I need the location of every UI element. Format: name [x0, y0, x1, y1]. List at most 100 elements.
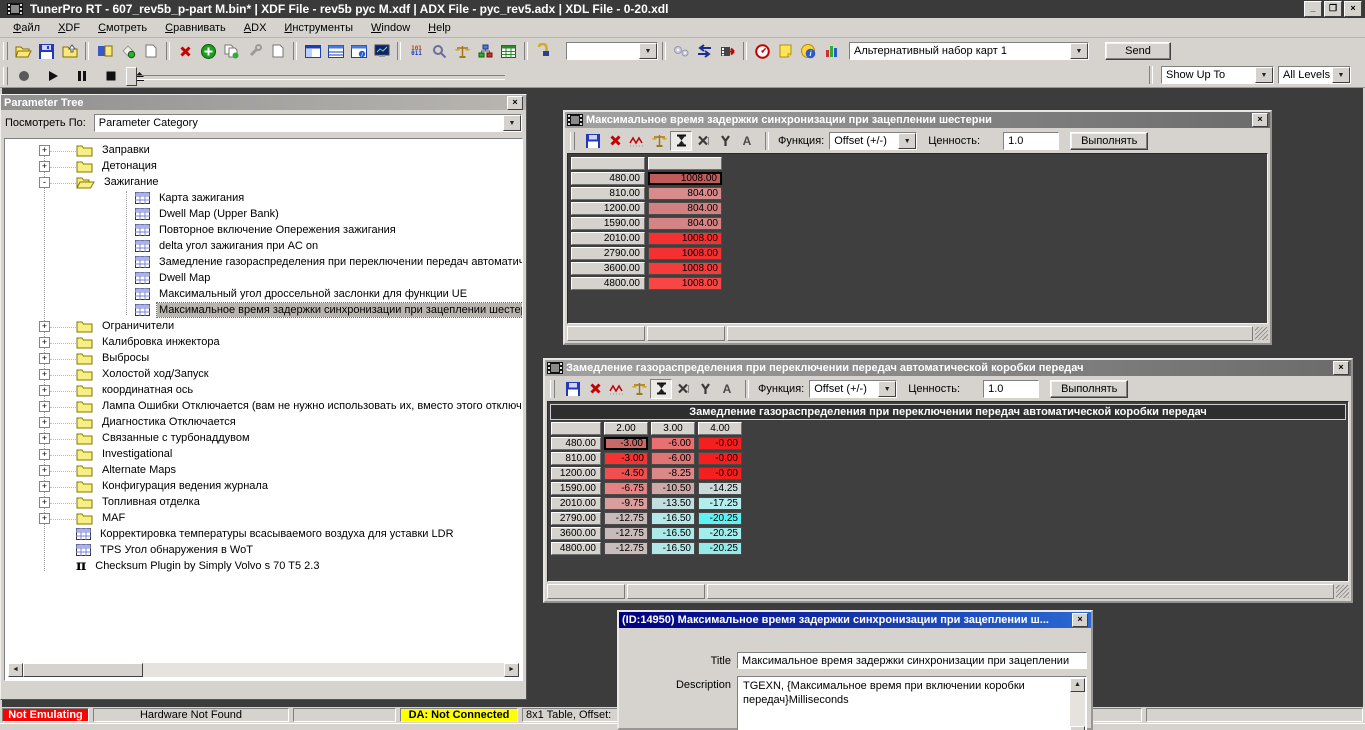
menu-help[interactable]: Help	[419, 20, 460, 36]
function-combo[interactable]: Offset (+/-) ▼	[829, 131, 918, 150]
menu-смотреть[interactable]: Смотреть	[89, 20, 156, 36]
window-info-icon[interactable]: i	[347, 40, 370, 62]
table-cell[interactable]: -14.25	[698, 482, 742, 495]
globe-info-icon[interactable]: i	[797, 40, 820, 62]
add-item-icon[interactable]	[197, 40, 220, 62]
tree-item-label[interactable]: Замедление газораспределения при переклю…	[157, 255, 522, 269]
axis-y-icon[interactable]	[714, 130, 736, 152]
tree-item[interactable]: + Калибровка инжектора	[5, 334, 522, 350]
table-cell[interactable]: -16.50	[651, 527, 695, 540]
resize-grip[interactable]	[1255, 327, 1268, 340]
tree-item-label[interactable]: Alternate Maps	[100, 463, 178, 477]
scales-icon[interactable]	[648, 130, 670, 152]
monitor-chart-icon[interactable]	[370, 40, 393, 62]
save-table-icon[interactable]	[562, 378, 584, 400]
save-table-button[interactable]	[582, 131, 604, 151]
expand-plus-icon[interactable]: +	[39, 496, 50, 508]
axis-y-button[interactable]	[714, 131, 736, 151]
table-cell[interactable]: -12.75	[604, 527, 648, 540]
tree-item[interactable]: Максимальный угол дроссельной заслонки д…	[5, 286, 522, 302]
open-bin-icon[interactable]	[12, 40, 35, 62]
menu-window[interactable]: Window	[362, 20, 419, 36]
hourglass-button[interactable]	[670, 130, 692, 152]
tree-item[interactable]: Повторное включение Опережения зажигания	[5, 222, 522, 238]
expand-plus-icon[interactable]: +	[39, 512, 50, 524]
menu-xdf[interactable]: XDF	[49, 20, 89, 36]
folder-up-icon[interactable]	[58, 40, 81, 62]
collapse-minus-icon[interactable]: -	[39, 176, 50, 188]
delete-red-x-button[interactable]	[604, 131, 626, 151]
table-cell[interactable]: 804.00	[648, 202, 722, 215]
value-input[interactable]: 1.0	[983, 379, 1040, 398]
expand-plus-icon[interactable]: +	[39, 464, 50, 476]
hourglass-button[interactable]	[650, 378, 672, 399]
description-field[interactable]: TGEXN, {Максимальное время при включении…	[737, 676, 1087, 730]
tree-item-label[interactable]: Максимальный угол дроссельной заслонки д…	[157, 287, 469, 301]
tree-item[interactable]: + Детонация	[5, 158, 522, 174]
tree-item[interactable]: delta угол зажигания при AC on	[5, 238, 522, 254]
tree-item[interactable]: - Зажигание	[5, 174, 522, 190]
delete-red-x-button[interactable]	[584, 379, 606, 399]
toolbar-grip[interactable]	[570, 131, 575, 150]
map-set-combo[interactable]: Альтернативный набор карт 1 ▼	[849, 42, 1089, 60]
chevron-down-icon[interactable]: ▼	[898, 132, 917, 149]
toolbar-grip[interactable]	[3, 66, 8, 85]
table-cell[interactable]: -6.75	[604, 482, 648, 495]
play-icon[interactable]	[41, 65, 64, 87]
expand-plus-icon[interactable]: +	[39, 368, 50, 380]
tree-item-label[interactable]: MAF	[100, 511, 127, 525]
tree-item[interactable]: Dwell Map (Upper Bank)	[5, 206, 522, 222]
axis-x-icon[interactable]	[672, 378, 694, 400]
table-cell[interactable]: -0.00	[698, 437, 742, 450]
levels-combo[interactable]: All Levels ▼	[1278, 66, 1351, 84]
table-cell[interactable]: -4.50	[604, 467, 648, 480]
blank-page-icon[interactable]	[266, 40, 289, 62]
expand-plus-icon[interactable]: +	[39, 336, 50, 348]
tree-item[interactable]: Замедление газораспределения при переклю…	[5, 254, 522, 270]
list-view-icon[interactable]	[324, 40, 347, 62]
gauge-icon[interactable]	[751, 40, 774, 62]
tree-item-label[interactable]: Диагностика Отключается	[100, 415, 238, 429]
probe-tool-icon[interactable]	[532, 40, 555, 62]
table-cell[interactable]: 1008.00	[648, 247, 722, 260]
scales-icon[interactable]	[451, 40, 474, 62]
tree-item-label[interactable]: Лампа Ошибки Отключается (вам не нужно и…	[100, 399, 522, 413]
scroll-up-icon[interactable]: ▲	[1070, 678, 1085, 692]
tree-item[interactable]: + Выбросы	[5, 350, 522, 366]
expand-plus-icon[interactable]: +	[39, 352, 50, 364]
tree-item[interactable]: + Заправки	[5, 142, 522, 158]
table-cell[interactable]: -17.25	[698, 497, 742, 510]
expand-plus-icon[interactable]: +	[39, 160, 50, 172]
bar-chart-icon[interactable]	[820, 40, 843, 62]
table-cell[interactable]: 804.00	[648, 187, 722, 200]
chevron-down-icon[interactable]: ▼	[878, 380, 897, 397]
tree-item[interactable]: + Холостой ход/Запуск	[5, 366, 522, 382]
chevron-down-icon[interactable]: ▼	[1255, 67, 1273, 83]
restore-button[interactable]: ❐	[1324, 1, 1342, 17]
tree-item[interactable]: Максимальное время задержки синхронизаци…	[5, 302, 522, 318]
tree-item[interactable]: + Связанные с турбонаддувом	[5, 430, 522, 446]
scroll-down-icon[interactable]: ▼	[1070, 726, 1085, 730]
tree-item[interactable]: + Ограничители	[5, 318, 522, 334]
tree-item-label[interactable]: Повторное включение Опережения зажигания	[157, 223, 398, 237]
tree-item-label[interactable]: координатная ось	[100, 383, 195, 397]
close-icon[interactable]: ×	[1072, 613, 1088, 627]
table-cell[interactable]: 1008.00	[648, 232, 722, 245]
table-cell[interactable]: -6.00	[651, 437, 695, 450]
tree-item-label[interactable]: Калибровка инжектора	[100, 335, 222, 349]
expand-plus-icon[interactable]: +	[39, 480, 50, 492]
compare-bins-icon[interactable]	[93, 40, 116, 62]
parameter-tree-titlebar[interactable]: Parameter Tree ×	[1, 95, 526, 110]
search-icon[interactable]	[428, 40, 451, 62]
tree-item-label[interactable]: delta угол зажигания при AC on	[157, 239, 320, 253]
tree-item-label[interactable]: Детонация	[100, 159, 159, 173]
window-titlebar[interactable]: Замедление газораспределения при переклю…	[545, 360, 1351, 376]
new-page-icon[interactable]	[139, 40, 162, 62]
pause-icon[interactable]	[70, 65, 93, 87]
hourglass-icon[interactable]	[671, 130, 691, 152]
minimize-button[interactable]: _	[1304, 1, 1322, 17]
table-cell[interactable]: -6.00	[651, 452, 695, 465]
execute-button[interactable]: Выполнять	[1050, 379, 1129, 398]
chevron-down-icon[interactable]: ▼	[1070, 43, 1088, 59]
axis-y-icon[interactable]	[694, 378, 716, 400]
